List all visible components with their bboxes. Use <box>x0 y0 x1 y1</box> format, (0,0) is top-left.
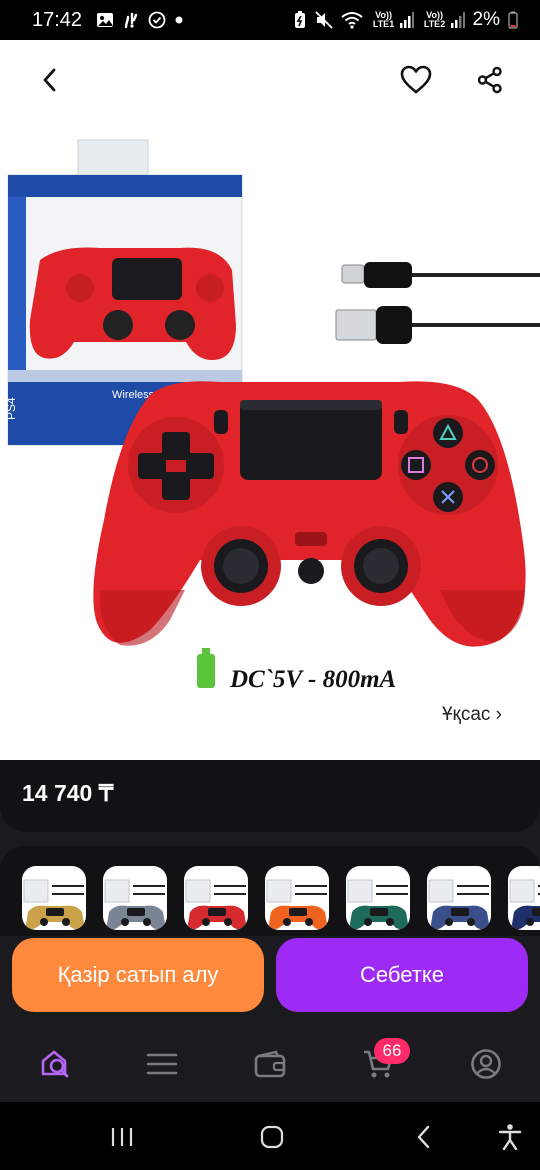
catalog-icon <box>146 1053 178 1075</box>
network-1: Vo)) LTE1 <box>371 11 414 29</box>
variants-panel <box>0 846 540 936</box>
system-nav-bar <box>0 1102 540 1170</box>
svg-text:PS4: PS4 <box>4 397 18 420</box>
mute-icon <box>314 11 333 29</box>
wifi-icon <box>340 11 363 29</box>
variant-thumb-gold-controller[interactable] <box>22 866 86 930</box>
accessibility-button[interactable] <box>490 1120 530 1154</box>
usb-cable <box>335 262 540 344</box>
variant-image <box>509 879 540 930</box>
similar-products-link[interactable]: Ұқсас › <box>442 704 502 726</box>
status-time: 17:42 <box>32 8 83 31</box>
share-icon <box>477 66 502 94</box>
main-controller <box>93 381 526 647</box>
favorite-button[interactable] <box>396 60 436 100</box>
tab-profile[interactable] <box>466 1044 506 1084</box>
wallet-icon <box>254 1050 286 1078</box>
tab-home[interactable] <box>35 1044 75 1084</box>
product-image: Wireless Controller PS4 <box>4 139 540 693</box>
network-2: Vo)) LTE2 <box>422 11 465 29</box>
share-button[interactable] <box>470 60 510 100</box>
variant-image <box>428 879 489 930</box>
accessibility-icon <box>498 1124 522 1151</box>
spec-label: DC`5V - 800mA <box>229 666 396 693</box>
recent-apps-button[interactable] <box>102 1120 142 1154</box>
profile-icon <box>471 1049 501 1079</box>
variant-image <box>23 879 84 930</box>
heart-icon <box>400 65 432 94</box>
spec-banner: DC`5V - 800mA <box>197 648 396 693</box>
variant-thumb-fifa-controller[interactable] <box>346 866 410 930</box>
variant-thumb-silver-controller[interactable] <box>103 866 167 930</box>
variant-thumb-orange-controller[interactable] <box>265 866 329 930</box>
variant-thumb-camo-blue-controller[interactable] <box>427 866 491 930</box>
check-circle-icon <box>148 11 166 29</box>
variant-image <box>266 879 327 930</box>
back-icon <box>417 1125 430 1149</box>
back-button[interactable] <box>30 60 70 100</box>
home-button[interactable] <box>252 1120 292 1154</box>
product-header <box>0 40 540 120</box>
product-price: 14 740 ₸ <box>22 780 114 806</box>
battery-icon <box>508 11 518 29</box>
battery-percent: 2% <box>472 9 500 30</box>
variant-thumbnails <box>22 866 540 930</box>
action-buttons: Қазір сатып алу Себетке <box>0 938 540 1018</box>
image-icon <box>96 12 114 28</box>
variant-image <box>104 879 165 930</box>
tab-wallet[interactable] <box>250 1044 290 1084</box>
home-search-icon <box>41 1050 69 1078</box>
tab-catalog[interactable] <box>142 1044 182 1084</box>
add-to-cart-button[interactable]: Себетке <box>276 938 528 1012</box>
dot-icon <box>174 15 184 25</box>
home-icon <box>260 1125 284 1149</box>
variant-image <box>185 879 246 930</box>
battery-saver-icon <box>293 11 307 29</box>
product-gallery[interactable]: Wireless Controller PS4 <box>0 40 540 760</box>
cart-count-badge: 66 <box>374 1038 410 1064</box>
notification-icon <box>122 11 140 29</box>
variant-thumb-red-controller[interactable] <box>184 866 248 930</box>
tab-bar <box>0 1026 540 1102</box>
price-card: 14 740 ₸ <box>0 760 540 832</box>
variant-image <box>347 879 408 930</box>
buy-now-button[interactable]: Қазір сатып алу <box>12 938 264 1012</box>
chevron-left-icon <box>43 68 56 92</box>
back-nav-button[interactable] <box>404 1120 444 1154</box>
recent-apps-icon <box>111 1128 133 1146</box>
variant-thumb-dark-blue-controller[interactable] <box>508 866 540 930</box>
status-bar: 17:42 Vo)) LTE1 Vo)) LTE2 2% <box>0 0 540 40</box>
